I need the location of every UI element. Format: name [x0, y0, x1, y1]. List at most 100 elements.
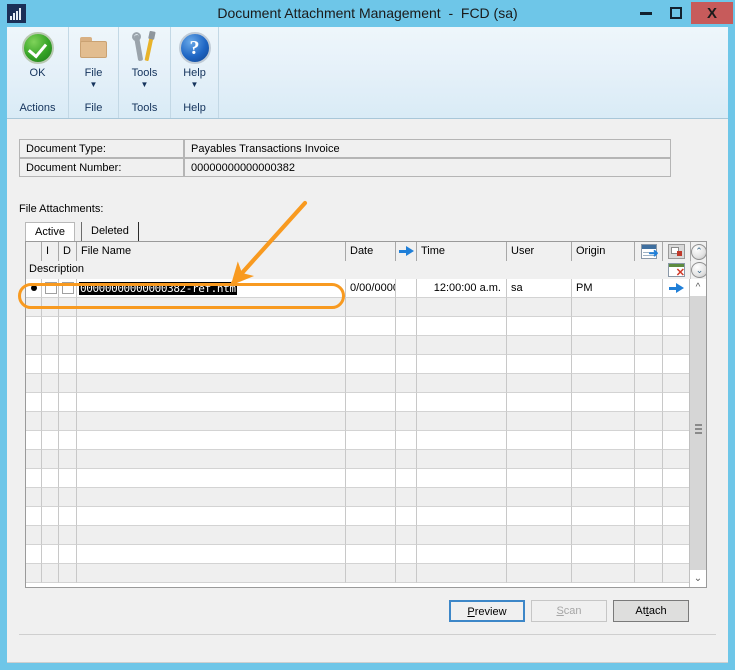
table-row-empty[interactable]	[26, 374, 707, 393]
delete-grid-icon[interactable]: ✕	[663, 261, 691, 279]
table-row-empty[interactable]	[26, 564, 707, 583]
row-d-checkbox[interactable]	[62, 282, 74, 294]
preview-button[interactable]: Preview	[449, 600, 525, 622]
grid-col-d[interactable]: D	[59, 242, 77, 261]
tab-deleted[interactable]: Deleted	[81, 222, 139, 241]
chevron-down-icon[interactable]: ▼	[119, 81, 170, 89]
ribbon-group-file[interactable]: File ▼ File	[69, 27, 119, 118]
blue-right-arrow-icon[interactable]	[396, 242, 417, 261]
scroll-up-button[interactable]: ^	[690, 279, 706, 296]
document-number-row: Document Number: 00000000000000382	[19, 158, 671, 177]
table-cell	[396, 488, 417, 507]
table-row-empty[interactable]	[26, 298, 707, 317]
grid-col-origin[interactable]: Origin	[572, 242, 635, 261]
close-button[interactable]: X	[691, 2, 733, 24]
table-row-empty[interactable]	[26, 469, 707, 488]
table-cell	[572, 469, 635, 488]
ribbon-group-actions[interactable]: OK Actions	[7, 27, 69, 118]
maximize-button[interactable]	[661, 2, 691, 24]
table-cell	[396, 279, 417, 298]
chevron-down-icon[interactable]: ▼	[69, 81, 118, 89]
table-cell	[42, 526, 59, 545]
grid-col-time[interactable]: Time	[417, 242, 507, 261]
table-row-empty[interactable]	[26, 317, 707, 336]
table-cell	[346, 507, 396, 526]
table-cell	[572, 564, 635, 583]
table-cell	[663, 564, 691, 583]
table-cell	[77, 374, 346, 393]
tab-active[interactable]: Active	[25, 222, 75, 241]
ribbon-tools-label: Tools	[119, 67, 170, 79]
table-row-empty[interactable]	[26, 355, 707, 374]
table-cell	[663, 507, 691, 526]
blue-right-arrow-icon[interactable]	[663, 279, 691, 298]
table-row-empty[interactable]	[26, 336, 707, 355]
ribbon-file-label: File	[69, 67, 118, 79]
table-cell	[26, 317, 42, 336]
grid-body: 0/00/000012:00:00 a.m.saPM⌃0000000000000…	[26, 279, 707, 587]
row-i-checkbox[interactable]	[45, 282, 57, 294]
attach-button[interactable]: Attach	[613, 600, 689, 622]
grid-col-marker	[26, 242, 42, 261]
table-row-empty[interactable]	[26, 412, 707, 431]
table-cell	[26, 564, 42, 583]
document-number-label: Document Number:	[19, 158, 184, 177]
attach-label-pre: At	[635, 605, 645, 617]
grid-col-date[interactable]: Date	[346, 242, 396, 261]
table-row-empty[interactable]	[26, 507, 707, 526]
table-row-empty[interactable]	[26, 431, 707, 450]
minimize-button[interactable]	[631, 2, 661, 24]
table-cell	[635, 469, 663, 488]
table-row-empty[interactable]	[26, 526, 707, 545]
attachments-grid: I D File Name Date Time User Origin ➜ ⌃	[25, 241, 707, 588]
table-cell	[59, 317, 77, 336]
table-cell	[26, 374, 42, 393]
table-cell	[346, 412, 396, 431]
attach-grid-icon[interactable]: ➜	[635, 242, 663, 261]
table-cell	[77, 431, 346, 450]
grid-col-i[interactable]: I	[42, 242, 59, 261]
table-row-empty[interactable]	[26, 450, 707, 469]
table-cell	[663, 526, 691, 545]
scroll-down-button[interactable]: ⌄	[690, 570, 706, 587]
table-cell	[42, 431, 59, 450]
folder-icon	[78, 32, 110, 64]
grid-expand-all-button[interactable]: ⌃	[691, 242, 707, 261]
document-type-row: Document Type: Payables Transactions Inv…	[19, 139, 671, 158]
table-cell	[26, 545, 42, 564]
grid-collapse-all-button[interactable]: ⌄	[691, 261, 707, 279]
grid-header-row: I D File Name Date Time User Origin ➜ ⌃	[26, 242, 707, 262]
table-row-empty[interactable]	[26, 393, 707, 412]
scrollbar-grip[interactable]	[695, 424, 702, 432]
ribbon-group-tools[interactable]: Tools ▼ Tools	[119, 27, 171, 118]
image-preview-icon[interactable]	[663, 242, 691, 261]
scan-button[interactable]: Scan	[531, 600, 607, 622]
table-cell	[396, 298, 417, 317]
table-row-empty[interactable]	[26, 545, 707, 564]
user-cell[interactable]: sa	[507, 279, 572, 298]
table-cell	[346, 431, 396, 450]
title-bar: Document Attachment Management - FCD (sa…	[0, 0, 735, 27]
ribbon-group-help[interactable]: ? Help ▼ Help	[171, 27, 219, 118]
preview-accel: P	[467, 606, 474, 618]
table-row-empty[interactable]	[26, 488, 707, 507]
table-cell	[572, 507, 635, 526]
chevron-down-icon[interactable]: ▼	[171, 81, 218, 89]
table-cell	[572, 412, 635, 431]
table-cell	[417, 507, 507, 526]
grid-col-user[interactable]: User	[507, 242, 572, 261]
table-cell	[59, 526, 77, 545]
file-name-cell[interactable]: 00000000000000382-ref.htm	[79, 282, 237, 295]
grid-col-file-name[interactable]: File Name	[77, 242, 346, 261]
bottom-divider	[19, 634, 716, 635]
date-cell[interactable]: 0/00/0000	[346, 279, 396, 298]
table-cell	[663, 298, 691, 317]
grid-scrollbar[interactable]: ^ ⌄	[689, 279, 706, 587]
application-window: Document Attachment Management - FCD (sa…	[0, 0, 735, 670]
origin-cell[interactable]: PM	[572, 279, 635, 298]
table-row[interactable]: 0/00/000012:00:00 a.m.saPM⌃0000000000000…	[26, 279, 707, 298]
table-cell	[635, 355, 663, 374]
table-cell	[663, 488, 691, 507]
table-cell	[77, 545, 346, 564]
time-cell[interactable]: 12:00:00 a.m.	[417, 279, 507, 298]
